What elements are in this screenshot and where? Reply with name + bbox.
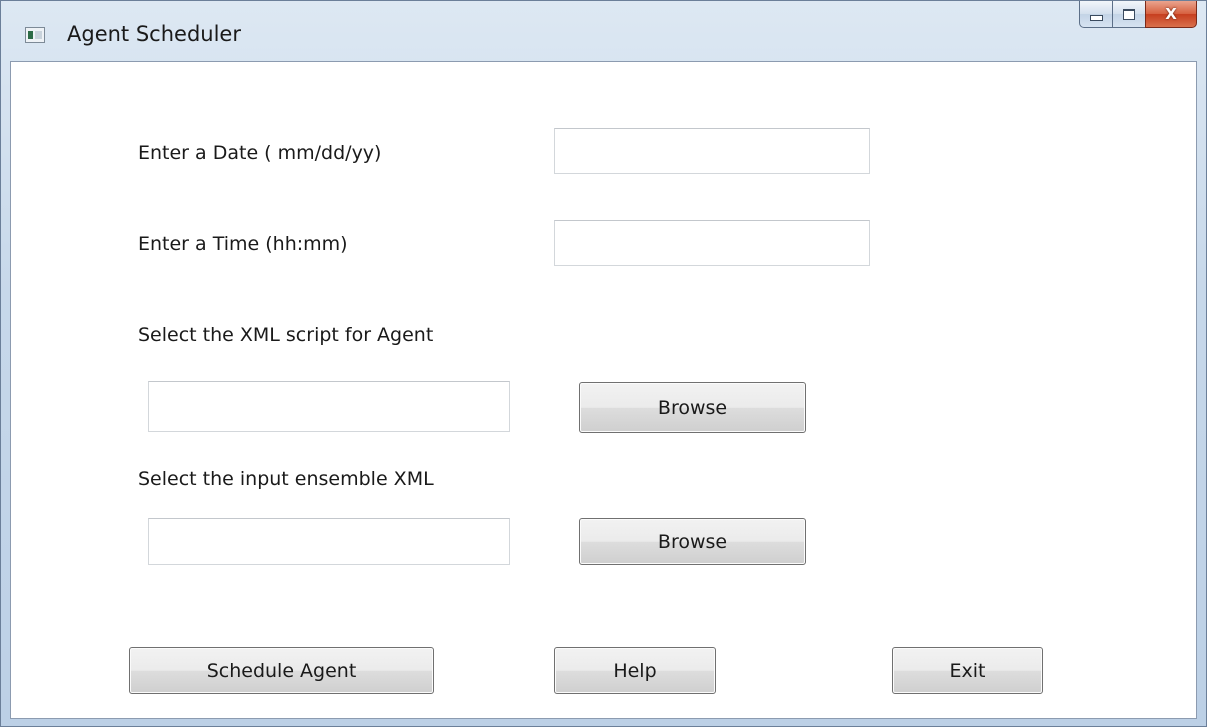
xml-script-label: Select the XML script for Agent [138,324,434,346]
app-window-icon[interactable] [25,27,45,43]
browse-script-button[interactable]: Browse [579,382,806,433]
time-label: Enter a Time (hh:mm) [138,233,348,255]
ensemble-xml-input[interactable] [148,518,510,565]
caption-buttons: X [1079,1,1197,31]
ensemble-xml-label: Select the input ensemble XML [138,468,434,490]
agent-scheduler-window: Agent Scheduler X Enter a Date ( mm/dd/y… [0,0,1207,727]
minimize-button[interactable] [1079,1,1113,28]
date-input[interactable] [554,128,870,174]
minimize-icon [1089,15,1103,21]
maximize-icon [1123,8,1135,20]
xml-script-input[interactable] [148,381,510,432]
time-input[interactable] [554,220,870,266]
help-button[interactable]: Help [554,647,716,694]
close-button[interactable]: X [1145,1,1197,28]
schedule-agent-button[interactable]: Schedule Agent [129,647,434,694]
exit-button[interactable]: Exit [892,647,1043,694]
browse-ensemble-button[interactable]: Browse [579,518,806,565]
close-icon: X [1165,5,1177,23]
date-label: Enter a Date ( mm/dd/yy) [138,142,382,164]
window-title: Agent Scheduler [67,22,241,46]
maximize-button[interactable] [1112,1,1146,28]
title-bar[interactable]: Agent Scheduler X [1,1,1206,61]
client-area: Enter a Date ( mm/dd/yy) Enter a Time (h… [10,61,1197,719]
